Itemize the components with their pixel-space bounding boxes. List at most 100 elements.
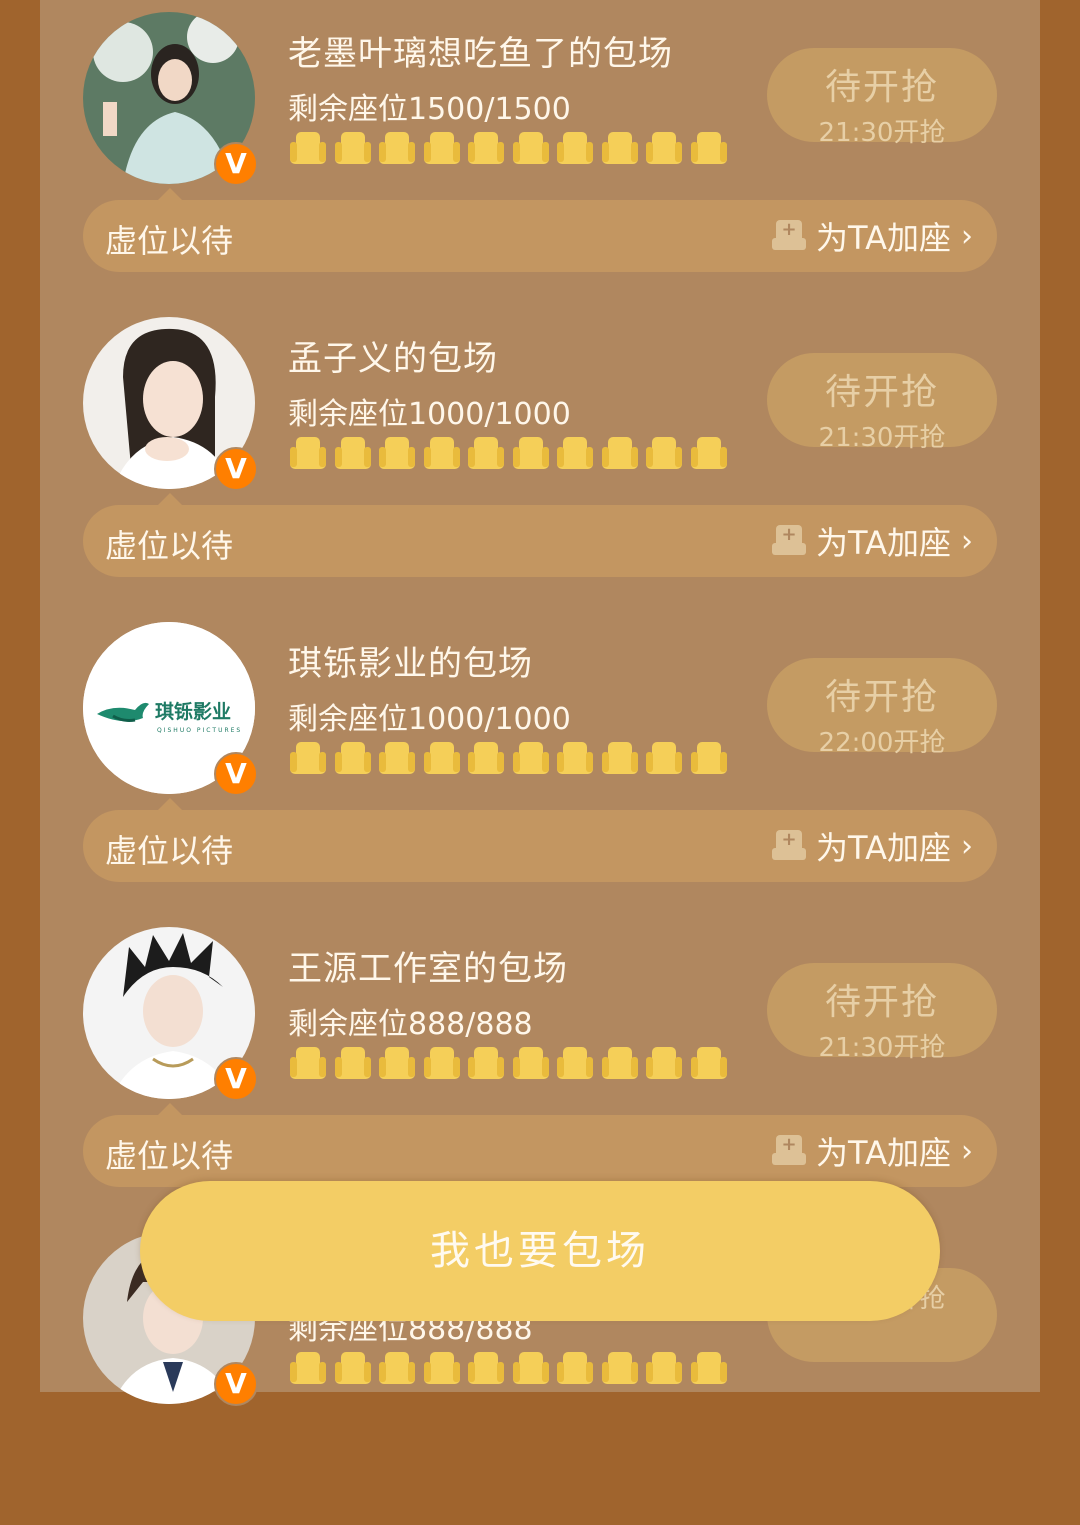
bubble-pointer [158,1103,182,1115]
card-title: 琪铄影业的包场 [288,644,533,684]
seat-row [290,1352,727,1388]
chevron-right-icon: › [961,523,973,559]
add-seat-button[interactable]: + 为TA加座 › [772,521,973,562]
seat-icon [290,1047,326,1081]
grab-time: 22:00开抢 [818,728,946,758]
seat-icon [557,132,593,166]
grab-status: 待开抢 [824,67,939,108]
seat-icon [290,132,326,166]
verified-badge-icon: V [214,1362,258,1406]
grab-button[interactable]: 待开抢 21:30开抢 [767,353,997,453]
seat-icon [468,1047,504,1081]
bubble-pointer [158,493,182,505]
seat-icon [379,1047,415,1081]
seat-icon [423,1352,460,1386]
seat-icon [690,742,727,776]
seat-row [290,1047,727,1083]
seat-icon [646,1047,682,1081]
seat-icon [334,742,371,776]
seat-icon [334,437,371,471]
seat-icon [512,742,549,776]
verified-badge-icon: V [214,752,258,796]
seat-row [290,437,727,473]
grab-time: 21:30开抢 [818,423,946,453]
seat-icon [601,1352,638,1386]
seat-icon [290,742,326,776]
seat-icon [690,1352,727,1386]
logo-text: 琪铄影业 [155,700,231,723]
list-item[interactable]: 琪铄影业 QISHUO PICTURES V 琪铄影业的包场 剩余座位1000/… [40,610,1040,915]
invite-bar[interactable]: 虚位以待 + 为TA加座 › [83,810,997,882]
seat-icon [379,132,415,166]
grab-time: 21:30开抢 [818,1033,946,1063]
invite-bar[interactable]: 虚位以待 + 为TA加座 › [83,200,997,272]
add-seat-icon: + [772,220,807,252]
add-seat-button[interactable]: + 为TA加座 › [772,216,973,257]
grab-button[interactable]: 待开抢 22:00开抢 [767,658,997,758]
seat-icon [646,132,682,166]
seat-icon [601,1047,638,1081]
add-seat-label: 为TA加座 [816,829,951,867]
seat-icon [379,742,415,776]
seat-icon [334,1047,371,1081]
seat-icon [468,437,504,471]
invite-bar[interactable]: 虚位以待 + 为TA加座 › [83,505,997,577]
grab-status: 待开抢 [824,677,939,718]
seat-icon [646,437,682,471]
seat-icon [512,132,549,166]
invite-bar[interactable]: 虚位以待 + 为TA加座 › [83,1115,997,1187]
chevron-right-icon: › [961,828,973,864]
grab-button[interactable]: 待开抢 21:30开抢 [767,963,997,1063]
verified-badge-icon: V [214,447,258,491]
seat-icon [557,1352,593,1386]
card-title: 王源工作室的包场 [288,949,568,989]
seat-icon [646,1352,682,1386]
book-screening-button[interactable]: 我也要包场 [140,1181,940,1321]
seat-icon [334,1352,371,1386]
list-item[interactable]: V 王源工作室的包场 剩余座位888/888 待开抢 21:30开抢 虚位以待 … [40,915,1040,1220]
seat-icon [468,1352,504,1386]
vacancy-text: 虚位以待 [105,527,234,565]
grab-status: 待开抢 [824,372,939,413]
seat-icon [512,437,549,471]
card-title: 老墨叶璃想吃鱼了的包场 [288,34,673,74]
add-seat-label: 为TA加座 [816,1134,951,1172]
chevron-right-icon: › [961,218,973,254]
seats-remaining: 剩余座位1500/1500 [288,92,571,127]
add-seat-label: 为TA加座 [816,524,951,562]
seat-icon [379,437,415,471]
seats-remaining: 剩余座位1000/1000 [288,702,571,737]
add-seat-icon: + [772,525,807,557]
seat-icon [512,1352,549,1386]
bubble-pointer [158,798,182,810]
vacancy-text: 虚位以待 [105,1137,234,1175]
card-title: 孟子义的包场 [288,339,498,379]
seat-icon [423,742,460,776]
seat-icon [557,1047,593,1081]
bubble-pointer [158,188,182,200]
add-seat-button[interactable]: + 为TA加座 › [772,826,973,867]
seat-icon [290,1352,326,1386]
seat-icon [601,437,638,471]
grab-status: 待开抢 [824,982,939,1023]
seat-icon [468,742,504,776]
seat-icon [601,742,638,776]
seat-icon [468,132,504,166]
list-item[interactable]: V 老墨叶璃想吃鱼了的包场 剩余座位1500/1500 待开抢 21:30开抢 … [40,0,1040,305]
add-seat-button[interactable]: + 为TA加座 › [772,1131,973,1172]
seat-icon [557,742,593,776]
seat-icon [557,437,593,471]
seat-icon [512,1047,549,1081]
logo-subtext: QISHUO PICTURES [157,727,242,734]
verified-badge-icon: V [214,142,258,186]
seat-icon [690,437,727,471]
grab-button[interactable]: 待开抢 21:30开抢 [767,48,997,148]
add-seat-icon: + [772,1135,807,1167]
chevron-right-icon: › [961,1133,973,1169]
list-item[interactable]: V 孟子义的包场 剩余座位1000/1000 待开抢 21:30开抢 虚位以待 … [40,305,1040,610]
seat-icon [334,132,371,166]
seat-icon [601,132,638,166]
vacancy-text: 虚位以待 [105,832,234,870]
seat-icon [423,1047,460,1081]
seat-icon [690,132,727,166]
